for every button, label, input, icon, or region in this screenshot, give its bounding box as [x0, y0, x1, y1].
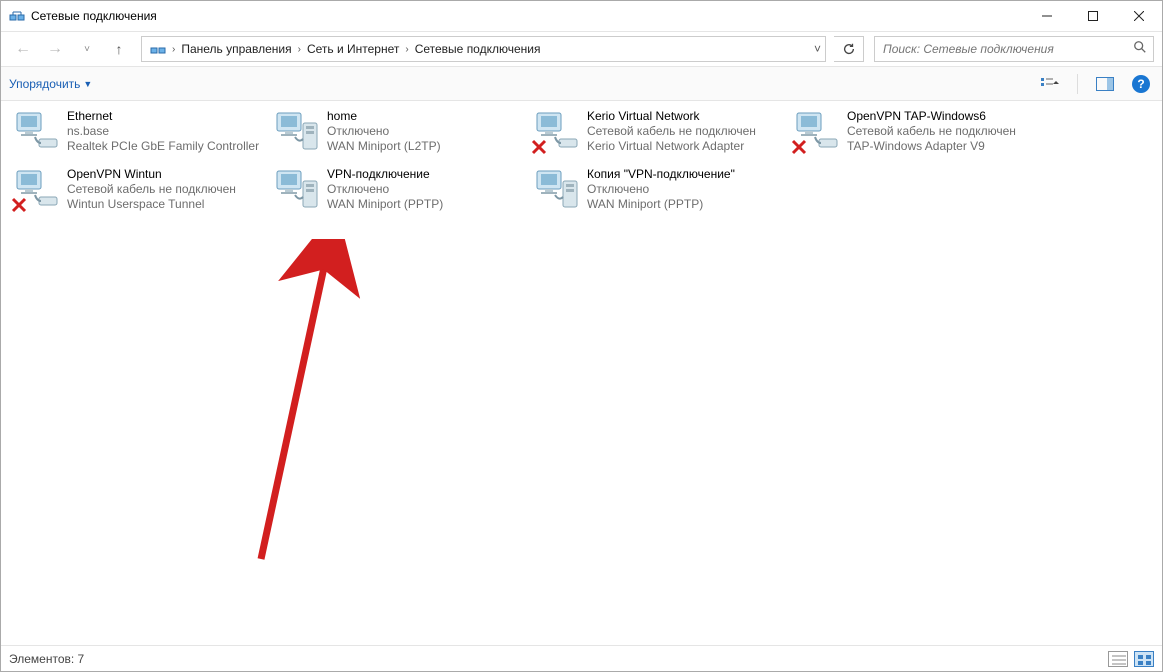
connection-text: Копия "VPN-подключение"ОтключеноWAN Mini…: [587, 167, 735, 212]
toolbar-separator: [1077, 74, 1078, 94]
connection-text: VPN-подключениеОтключеноWAN Miniport (PP…: [327, 167, 443, 212]
thumbnails-view-icon[interactable]: [1134, 651, 1154, 667]
connection-text: homeОтключеноWAN Miniport (L2TP): [327, 109, 441, 154]
connection-name: Копия "VPN-подключение": [587, 167, 735, 182]
organize-label: Упорядочить: [9, 77, 80, 91]
preview-pane-button[interactable]: [1092, 74, 1118, 94]
window-title: Сетевые подключения: [31, 9, 157, 23]
toolbar: Упорядочить ▼ ?: [1, 67, 1162, 101]
connection-icon: [273, 109, 321, 153]
chevron-right-icon[interactable]: ›: [296, 44, 303, 55]
breadcrumb-seg-2[interactable]: Сеть и Интернет: [303, 42, 403, 56]
connection-icon: [793, 109, 841, 153]
connection-name: VPN-подключение: [327, 167, 443, 182]
connection-status: ns.base: [67, 124, 259, 139]
error-overlay-icon: [11, 197, 27, 213]
connection-icon: [533, 167, 581, 211]
connection-status: Сетевой кабель не подключен: [587, 124, 756, 139]
connection-name: OpenVPN Wintun: [67, 167, 236, 182]
address-bar[interactable]: › Панель управления › Сеть и Интернет › …: [141, 36, 826, 62]
item-count-label: Элементов: 7: [9, 652, 84, 666]
maximize-button[interactable]: [1070, 1, 1116, 31]
refresh-button[interactable]: [834, 36, 864, 62]
connection-item[interactable]: VPN-подключениеОтключеноWAN Miniport (PP…: [269, 163, 525, 217]
connection-text: OpenVPN TAP-Windows6Сетевой кабель не по…: [847, 109, 1016, 154]
connection-name: Kerio Virtual Network: [587, 109, 756, 124]
status-bar: Элементов: 7: [1, 645, 1162, 671]
connection-text: OpenVPN WintunСетевой кабель не подключе…: [67, 167, 236, 212]
connection-item[interactable]: homeОтключеноWAN Miniport (L2TP): [269, 105, 525, 159]
help-button[interactable]: ?: [1128, 74, 1154, 94]
connection-status: Сетевой кабель не подключен: [67, 182, 236, 197]
connection-icon: [13, 167, 61, 211]
connection-text: Ethernetns.baseRealtek PCIe GbE Family C…: [67, 109, 259, 154]
connection-name: home: [327, 109, 441, 124]
connections-grid: Ethernetns.baseRealtek PCIe GbE Family C…: [9, 105, 1154, 217]
navigation-bar: ← → ˅ ↑ › Панель управления › Сеть и Инт…: [1, 31, 1162, 67]
connection-icon: [273, 167, 321, 211]
back-button[interactable]: ←: [9, 35, 37, 63]
connection-device: Kerio Virtual Network Adapter: [587, 139, 756, 154]
connection-device: TAP-Windows Adapter V9: [847, 139, 1016, 154]
connection-status: Отключено: [327, 182, 443, 197]
search-input[interactable]: [881, 41, 1133, 57]
connection-item[interactable]: OpenVPN TAP-Windows6Сетевой кабель не по…: [789, 105, 1045, 159]
connection-icon: [13, 109, 61, 153]
connection-item[interactable]: Kerio Virtual NetworkСетевой кабель не п…: [529, 105, 785, 159]
breadcrumb-seg-1[interactable]: Панель управления: [177, 42, 295, 56]
address-root-icon: [146, 41, 170, 57]
address-dropdown-icon[interactable]: ˅: [814, 42, 821, 56]
connection-item[interactable]: Ethernetns.baseRealtek PCIe GbE Family C…: [9, 105, 265, 159]
chevron-right-icon[interactable]: ›: [403, 44, 410, 55]
search-box[interactable]: [874, 36, 1154, 62]
close-button[interactable]: [1116, 1, 1162, 31]
error-overlay-icon: [531, 139, 547, 155]
connection-name: Ethernet: [67, 109, 259, 124]
chevron-down-icon: ▼: [83, 79, 92, 89]
connection-device: WAN Miniport (PPTP): [587, 197, 735, 212]
explorer-window: Сетевые подключения ← → ˅ ↑ › Панель упр…: [0, 0, 1163, 672]
connection-icon: [533, 109, 581, 153]
chevron-right-icon[interactable]: ›: [170, 44, 177, 55]
content-area[interactable]: Ethernetns.baseRealtek PCIe GbE Family C…: [1, 101, 1162, 645]
connection-item[interactable]: OpenVPN WintunСетевой кабель не подключе…: [9, 163, 265, 217]
connection-status: Отключено: [327, 124, 441, 139]
search-icon[interactable]: [1133, 40, 1147, 59]
window-controls: [1024, 1, 1162, 31]
connection-name: OpenVPN TAP-Windows6: [847, 109, 1016, 124]
titlebar: Сетевые подключения: [1, 1, 1162, 31]
breadcrumb-seg-3[interactable]: Сетевые подключения: [411, 42, 545, 56]
connection-status: Отключено: [587, 182, 735, 197]
error-overlay-icon: [791, 139, 807, 155]
connection-device: Wintun Userspace Tunnel: [67, 197, 236, 212]
details-view-icon[interactable]: [1108, 651, 1128, 667]
connection-device: WAN Miniport (PPTP): [327, 197, 443, 212]
up-button[interactable]: ↑: [105, 35, 133, 63]
forward-button[interactable]: →: [41, 35, 69, 63]
connection-device: Realtek PCIe GbE Family Controller: [67, 139, 259, 154]
view-options-button[interactable]: [1037, 74, 1063, 94]
connection-device: WAN Miniport (L2TP): [327, 139, 441, 154]
connection-item[interactable]: Копия "VPN-подключение"ОтключеноWAN Mini…: [529, 163, 785, 217]
help-icon: ?: [1132, 75, 1150, 93]
annotation-arrow: [246, 239, 366, 579]
app-icon: [9, 8, 25, 24]
recent-dropdown[interactable]: ˅: [73, 35, 101, 63]
organize-menu[interactable]: Упорядочить ▼: [9, 77, 92, 91]
connection-status: Сетевой кабель не подключен: [847, 124, 1016, 139]
connection-text: Kerio Virtual NetworkСетевой кабель не п…: [587, 109, 756, 154]
minimize-button[interactable]: [1024, 1, 1070, 31]
